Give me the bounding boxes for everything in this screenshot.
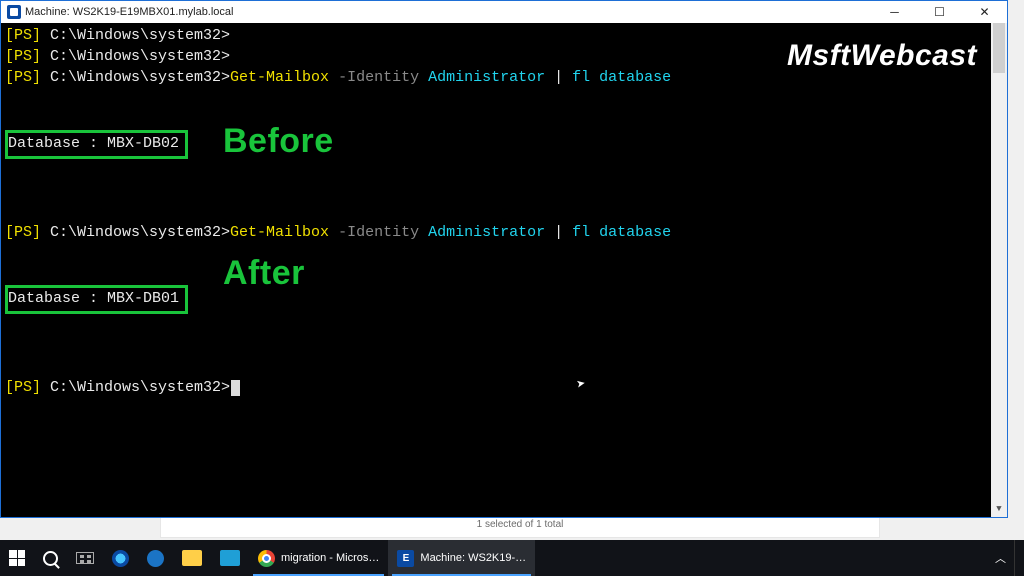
scroll-thumb[interactable]	[993, 23, 1005, 73]
titlebar[interactable]: Machine: WS2K19-E19MBX01.mylab.local ─ ☐…	[1, 1, 1007, 23]
file-explorer-icon	[182, 550, 202, 566]
taskbar-store[interactable]	[211, 540, 249, 576]
app-icon	[7, 5, 21, 19]
taskbar-search-button[interactable]	[34, 540, 67, 576]
annotation-before: Before	[223, 118, 334, 166]
show-desktop-button[interactable]	[1014, 540, 1020, 576]
minimize-button[interactable]: ─	[872, 1, 917, 23]
output-before: Database : MBX-DB02	[5, 130, 1003, 159]
scroll-down-button[interactable]: ▼	[991, 501, 1007, 517]
taskbar-active-window[interactable]: Machine: WS2K19-…	[388, 540, 535, 576]
system-tray[interactable]: ︿	[987, 540, 1024, 576]
taskbar-chrome[interactable]: migration - Micros…	[249, 540, 388, 576]
background-status-text: 1 selected of 1 total	[477, 519, 564, 530]
search-icon	[43, 551, 58, 566]
prompt-line-cursor: [PS] C:\Windows\system32>	[5, 377, 1003, 398]
output-after: Database : MBX-DB01	[5, 285, 1003, 314]
taskbar-active-label: Machine: WS2K19-…	[420, 552, 526, 564]
close-button[interactable]: ✕	[962, 1, 1007, 23]
taskbar-explorer[interactable]	[173, 540, 211, 576]
watermark-text: MsftWebcast	[787, 35, 977, 77]
desktop: 1 selected of 1 total Start time: 4/3/20…	[0, 0, 1024, 576]
window-title: Machine: WS2K19-E19MBX01.mylab.local	[25, 6, 233, 18]
taskbar-chrome-label: migration - Micros…	[281, 552, 379, 564]
taskbar-ie[interactable]	[103, 540, 138, 576]
annotation-after: After	[223, 250, 305, 298]
task-view-button[interactable]	[67, 540, 103, 576]
start-button[interactable]	[0, 540, 34, 576]
exchange-icon	[397, 550, 414, 567]
maximize-button[interactable]: ☐	[917, 1, 962, 23]
chrome-icon	[258, 550, 275, 567]
powershell-console[interactable]: MsftWebcast [PS] C:\Windows\system32> [P…	[1, 23, 1007, 517]
console-scrollbar[interactable]: ▲ ▼	[991, 23, 1007, 517]
ie-icon	[112, 550, 129, 567]
windows-logo-icon	[9, 550, 25, 566]
taskbar-edge[interactable]	[138, 540, 173, 576]
command-line-2: [PS] C:\Windows\system32>Get-Mailbox -Id…	[5, 222, 1003, 243]
remote-machine-window: Machine: WS2K19-E19MBX01.mylab.local ─ ☐…	[0, 0, 1008, 518]
tray-overflow-button[interactable]: ︿	[987, 550, 1014, 566]
text-cursor	[231, 380, 240, 396]
edge-icon	[147, 550, 164, 567]
task-view-icon	[76, 552, 94, 564]
store-icon	[220, 550, 240, 566]
taskbar[interactable]: migration - Micros… Machine: WS2K19-… ︿	[0, 540, 1024, 576]
